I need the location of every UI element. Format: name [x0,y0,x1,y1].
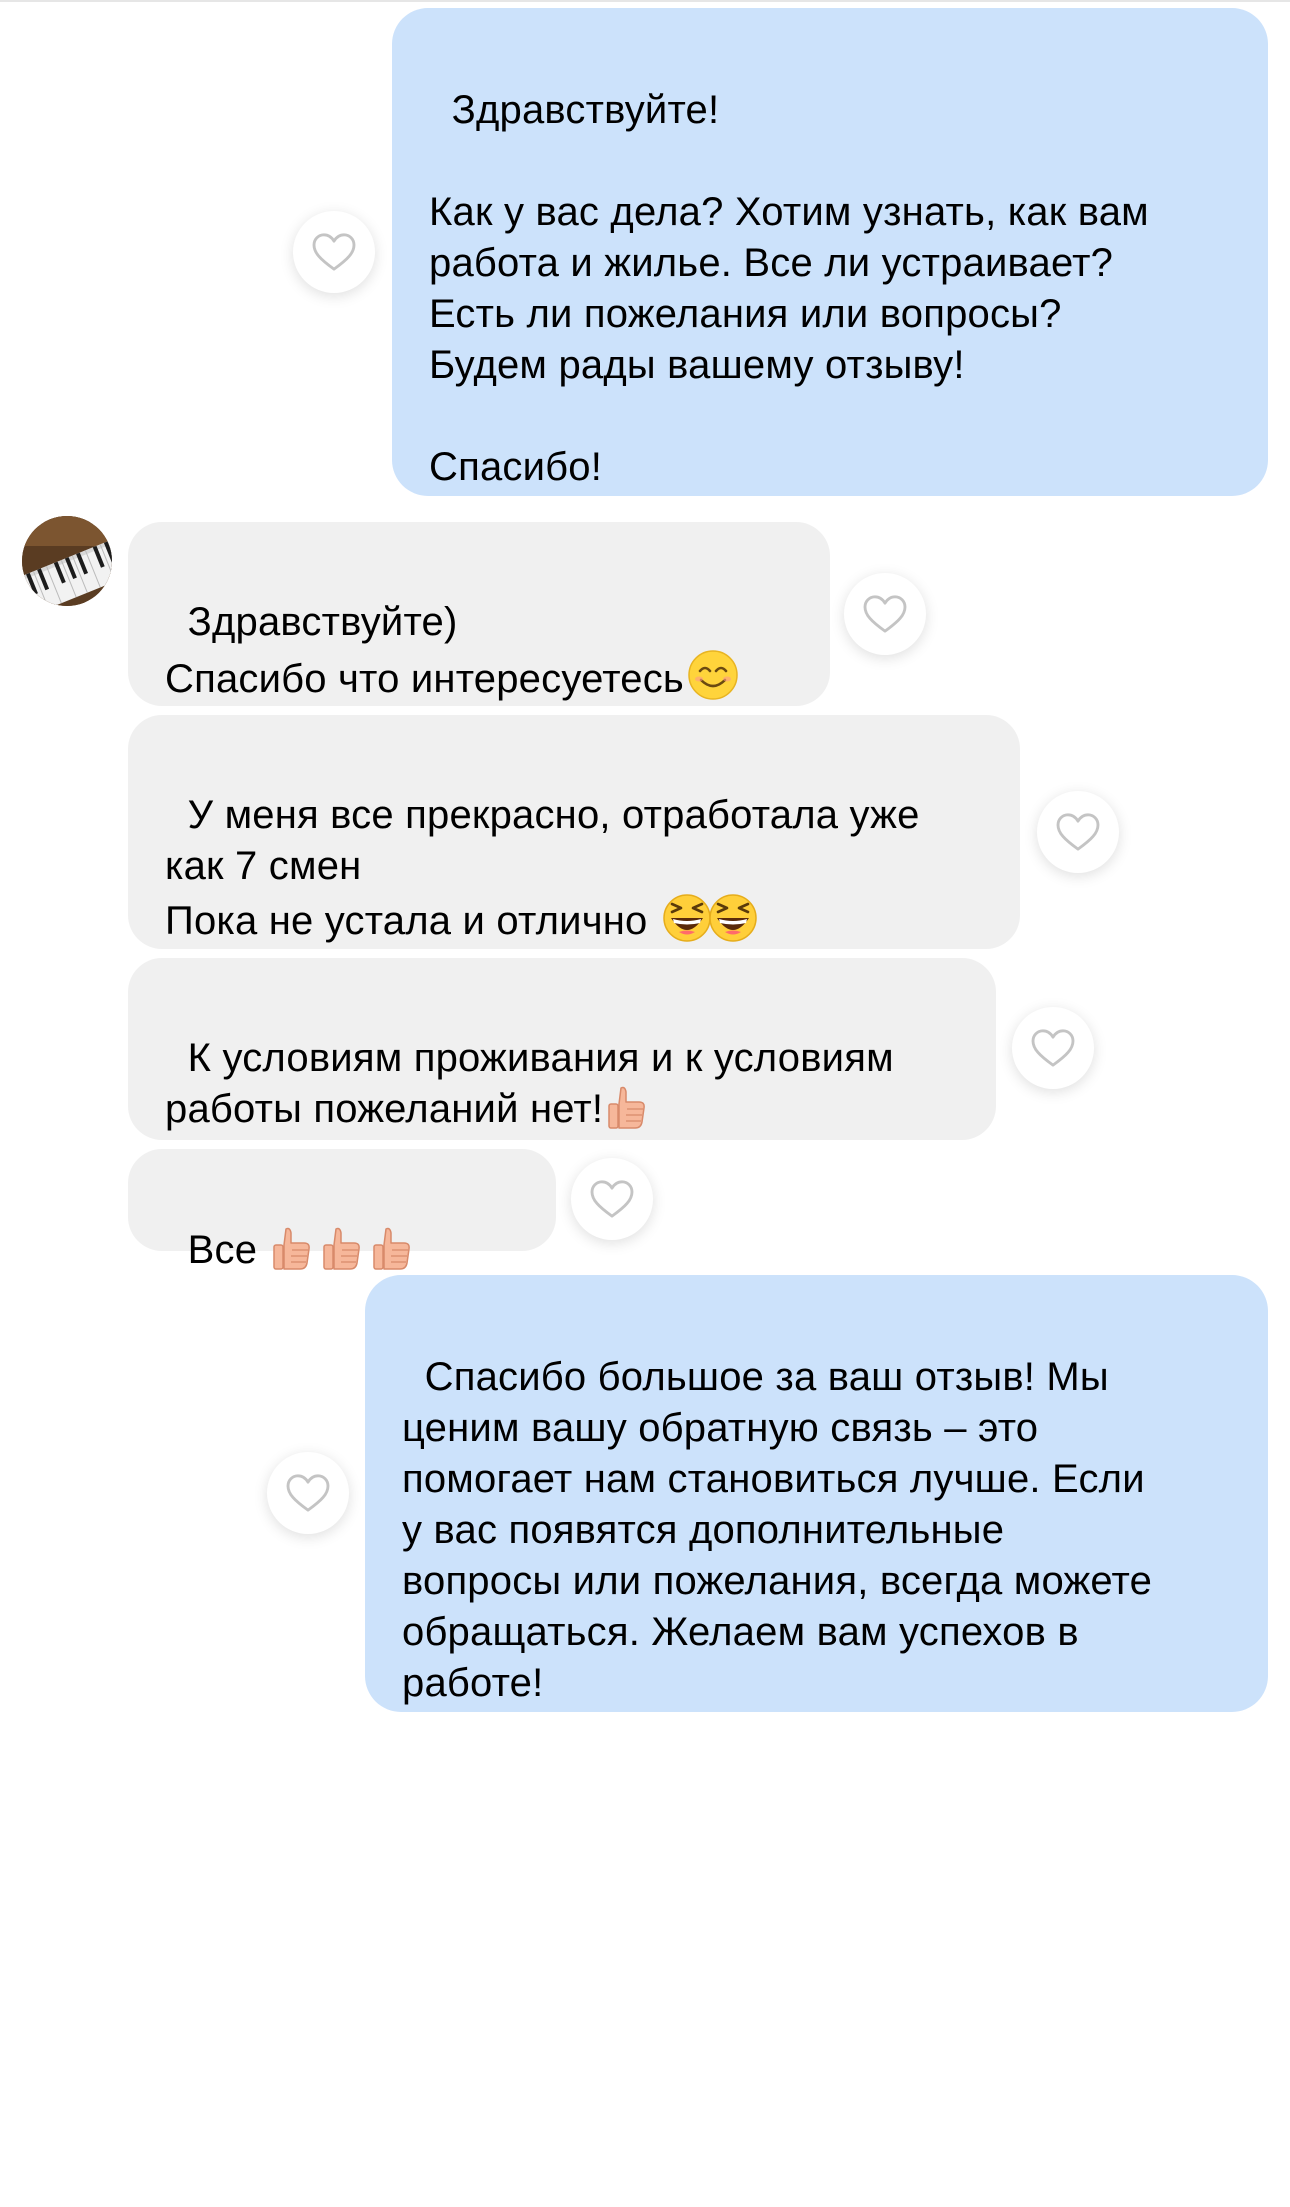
like-button[interactable] [844,573,926,655]
heart-outline-icon [286,1474,330,1512]
like-button[interactable] [1012,1007,1094,1089]
message-bubble-outgoing[interactable]: Спасибо большое за ваш отзыв! Мы ценим в… [365,1275,1268,1712]
message-text: Все [187,1228,269,1272]
thumbs-up-emoji [320,1225,364,1286]
message-text: Здравствуйте) Спасибо что интересуетесь [165,600,684,701]
piano-keys-avatar [22,516,112,606]
top-divider [0,0,1290,2]
heart-outline-icon [1056,813,1100,851]
heart-outline-icon [1031,1029,1075,1067]
message-bubble-incoming[interactable]: У меня все прекрасно, отработала уже как… [128,715,1020,949]
message-text: Здравствуйте! Как у вас дела? Хотим узна… [429,88,1149,489]
like-button[interactable] [267,1452,349,1534]
like-button[interactable] [1037,791,1119,873]
avatar[interactable] [22,516,112,606]
message-bubble-incoming[interactable]: Здравствуйте) Спасибо что интересуетесь [128,522,830,706]
laughing-face-emoji [661,892,713,957]
message-text: Спасибо большое за ваш отзыв! Мы ценим в… [402,1355,1153,1705]
message-bubble-incoming[interactable]: Все [128,1149,556,1272]
smiling-face-emoji [686,648,740,715]
message-text: У меня все прекрасно, отработала уже как… [165,793,920,943]
thumbs-up-emoji [270,1225,314,1286]
laughing-face-emoji [707,892,759,957]
heart-outline-icon [863,595,907,633]
message-bubble-outgoing[interactable]: Здравствуйте! Как у вас дела? Хотим узна… [392,8,1268,496]
message-text: К условиям проживания и к условиям работ… [165,1036,894,1131]
heart-outline-icon [590,1180,634,1218]
like-button[interactable] [571,1158,653,1240]
heart-outline-icon [312,233,356,271]
message-bubble-incoming[interactable]: К условиям проживания и к условиям работ… [128,958,996,1140]
thumbs-up-emoji [605,1084,649,1145]
like-button[interactable] [293,211,375,293]
